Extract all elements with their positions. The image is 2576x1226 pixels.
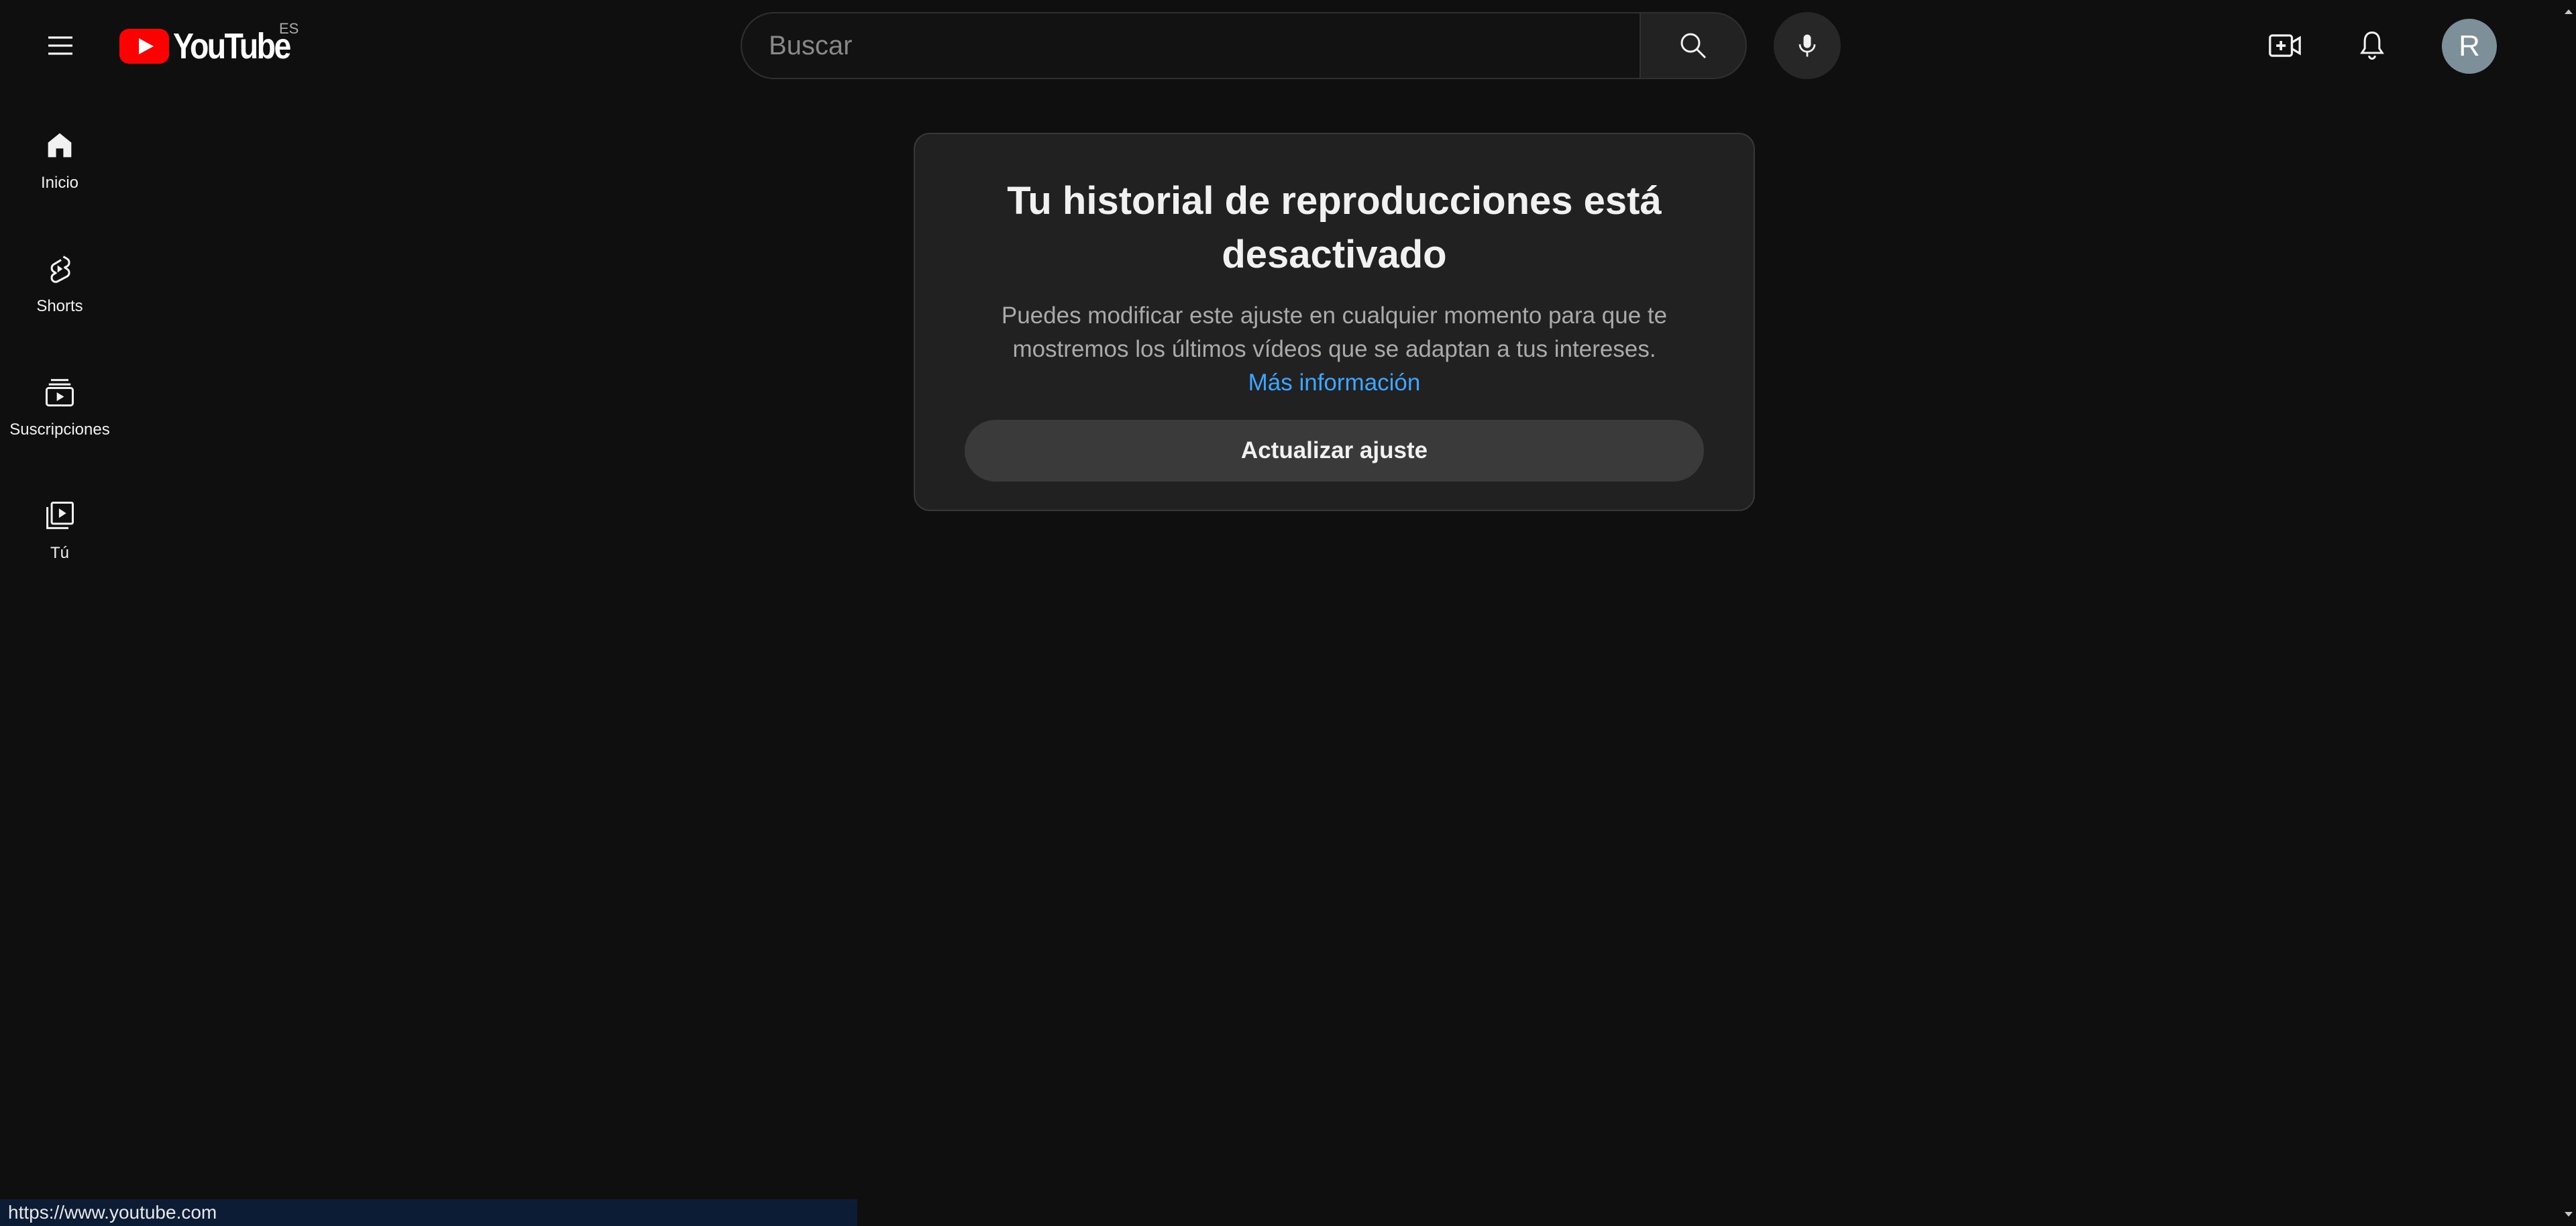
create-icon (2269, 34, 2301, 57)
search-button[interactable] (1640, 12, 1747, 79)
youtube-history-page: YouTube ES Buscar R Inicio Shorts Suscri… (0, 0, 2576, 1226)
notifications-button[interactable] (2345, 19, 2399, 72)
learn-more-link[interactable]: Más información (1248, 370, 1421, 396)
menu-icon (48, 36, 72, 55)
chevron-up-icon (2565, 9, 2573, 14)
status-url-bar: https://www.youtube.com (0, 1199, 857, 1226)
voice-search-button[interactable] (1774, 12, 1841, 79)
create-button[interactable] (2258, 19, 2312, 72)
update-setting-button[interactable]: Actualizar ajuste (965, 420, 1704, 482)
masthead: YouTube ES Buscar R (0, 0, 2576, 91)
guide-item-label: Inicio (40, 174, 79, 192)
mic-icon (1799, 34, 1816, 57)
search-box (741, 12, 1640, 79)
guide-item-label: Suscripciones (9, 421, 110, 439)
home-icon (41, 127, 78, 164)
history-paused-card: Tu historial de reproducciones está desa… (914, 133, 1755, 511)
guide-item-subscriptions[interactable]: Suscripciones (0, 345, 119, 468)
guide-menu-button[interactable] (34, 19, 87, 72)
logo-country-code: ES (279, 20, 299, 37)
guide-item-label: Shorts (36, 297, 83, 315)
guide-item-home[interactable]: Inicio (0, 98, 119, 221)
card-title: Tu historial de reproducciones está desa… (1007, 179, 1662, 276)
search-input[interactable] (769, 30, 1640, 61)
account-avatar[interactable]: R (2442, 19, 2497, 74)
scroll-up-arrow[interactable] (2561, 4, 2576, 19)
mini-guide: Inicio Shorts Suscripciones Tú (0, 98, 119, 592)
search-bar (741, 12, 1747, 79)
card-description-text: Puedes modificar este ajuste en cualquie… (1001, 302, 1668, 362)
logo-wordmark: YouTube (173, 26, 291, 66)
card-description: Puedes modificar este ajuste en cualquie… (982, 299, 1686, 400)
guide-item-you[interactable]: Tú (0, 468, 119, 592)
bell-icon (2359, 31, 2385, 60)
chevron-down-icon (2565, 1212, 2573, 1217)
guide-item-shorts[interactable]: Shorts (0, 221, 119, 345)
scroll-down-arrow[interactable] (2561, 1207, 2576, 1222)
shorts-icon (41, 250, 78, 288)
youtube-logo-icon (119, 29, 169, 64)
you-icon (41, 497, 78, 535)
subscriptions-icon (41, 374, 78, 411)
guide-item-label: Tú (50, 544, 69, 562)
search-icon (1680, 33, 1707, 59)
